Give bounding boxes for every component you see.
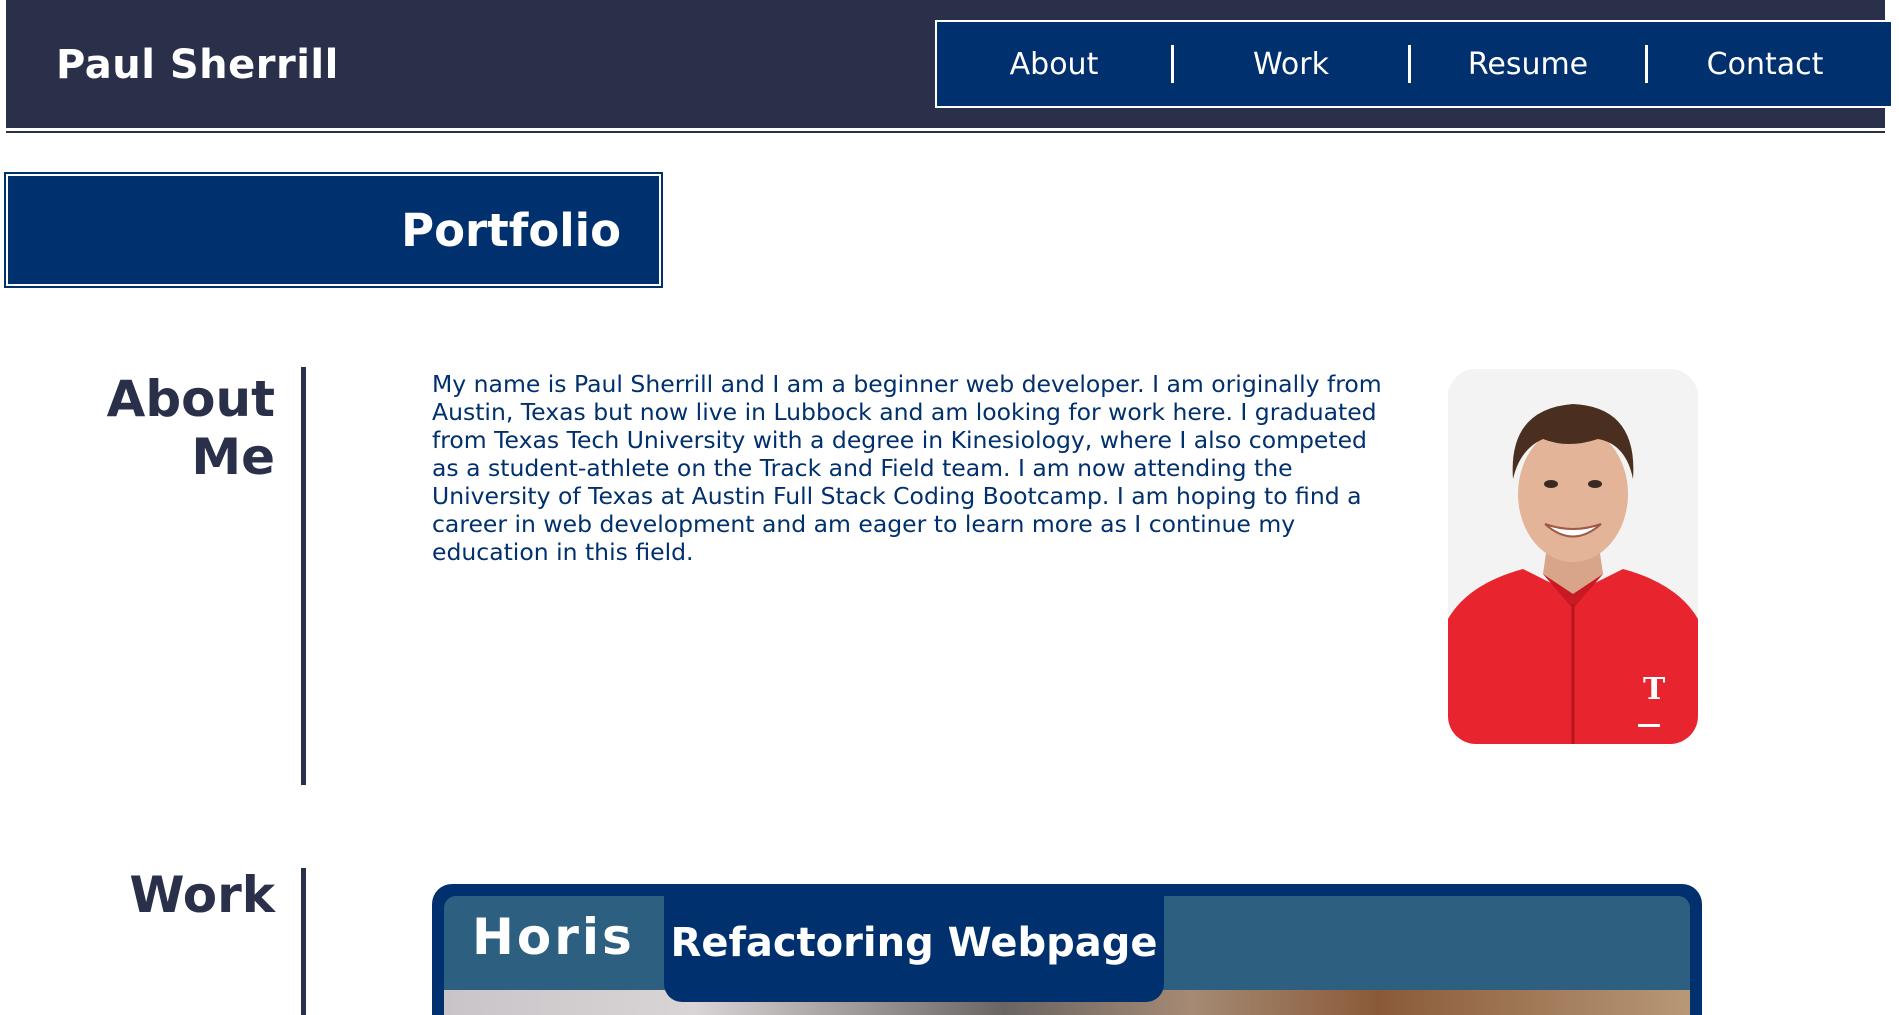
about-text: My name is Paul Sherrill and I am a begi…: [432, 370, 1382, 566]
profile-photo: T: [1448, 369, 1698, 744]
nav-link-work[interactable]: Work: [1174, 47, 1408, 82]
portfolio-banner: Portfolio: [4, 172, 663, 288]
about-heading: About Me: [100, 370, 275, 486]
site-brand-name[interactable]: Paul Sherrill: [56, 42, 339, 88]
main-nav: About Work Resume Contact: [935, 20, 1891, 108]
nav-link-about[interactable]: About: [937, 47, 1171, 82]
project-screenshot-title: Horis: [472, 908, 635, 966]
about-section-rule: [301, 367, 306, 785]
work-heading: Work: [129, 866, 275, 924]
project-label[interactable]: Refactoring Webpage: [664, 884, 1164, 1002]
about-heading-line1: About: [106, 370, 275, 428]
nav-link-contact[interactable]: Contact: [1648, 47, 1882, 82]
work-section-rule: [301, 868, 306, 1015]
profile-photo-image: T: [1448, 369, 1698, 744]
header-divider: [6, 131, 1885, 133]
page-title: Portfolio: [401, 204, 621, 257]
site-header: Paul Sherrill About Work Resume Contact: [6, 0, 1891, 131]
nav-link-resume[interactable]: Resume: [1411, 47, 1645, 82]
about-heading-line2: Me: [191, 428, 275, 486]
svg-text:T: T: [1643, 672, 1666, 707]
